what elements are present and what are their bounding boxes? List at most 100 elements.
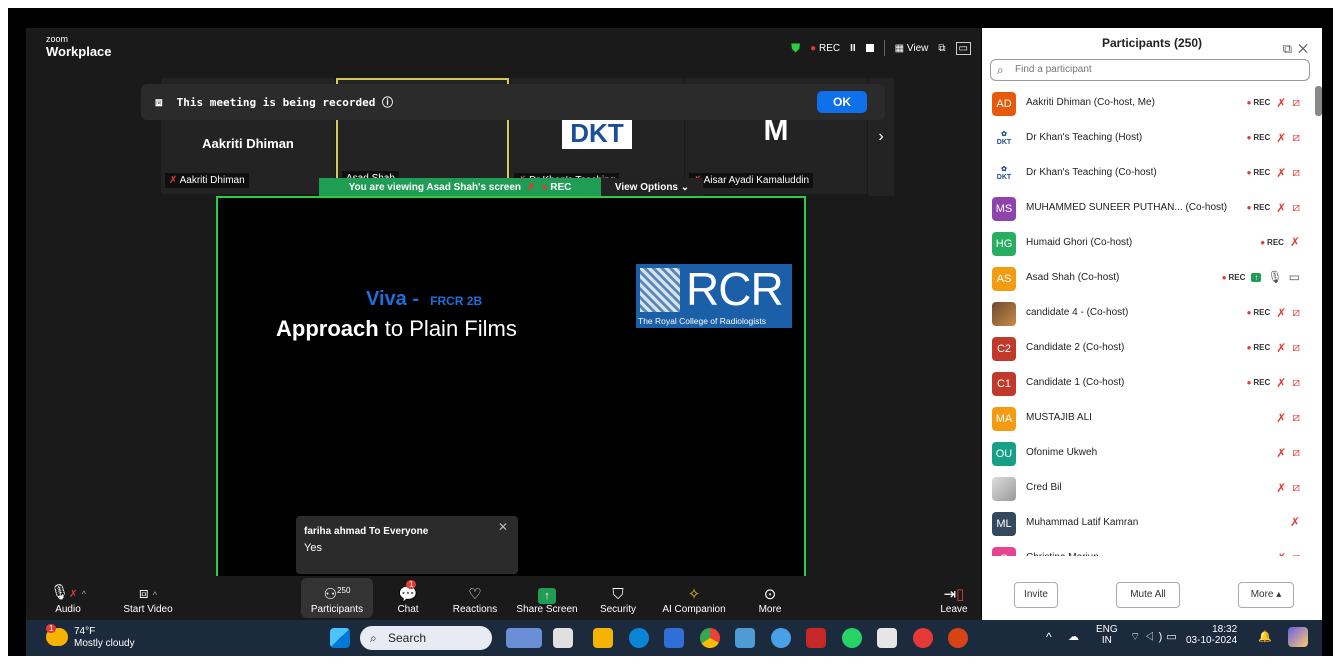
participant-row[interactable]: MA MUSTAJIB ALI ✗ ⧄ — [982, 401, 1312, 436]
participant-row[interactable]: OU Ofonime Ukweh ✗ ⧄ — [982, 436, 1312, 471]
video-off-icon[interactable]: ⧄ — [1292, 340, 1300, 355]
opera-browser-icon[interactable] — [913, 628, 933, 648]
copilot-icon[interactable] — [1288, 627, 1308, 647]
participant-row[interactable]: ✿DKT Dr Khan's Teaching (Co-host) REC ✗ ⧄ — [982, 156, 1312, 191]
fullscreen-window-icon[interactable]: ▭ — [955, 41, 971, 55]
mic-muted-icon[interactable]: ✗ — [1276, 481, 1286, 495]
mic-icon[interactable]: 🎙 — [1267, 270, 1282, 284]
security-button[interactable]: ⛉ Security — [596, 578, 640, 618]
video-off-icon[interactable]: ⧄ — [1292, 375, 1300, 390]
mic-muted-icon[interactable]: ✗ — [1290, 235, 1300, 249]
participant-name: Humaid Ghori (Co-host) — [1026, 237, 1133, 248]
edge-browser-icon[interactable] — [629, 628, 649, 648]
video-off-icon[interactable]: ⧄ — [1292, 480, 1300, 495]
close-icon[interactable]: ✕ — [1298, 41, 1314, 56]
participant-row[interactable]: ML Muhammad Latif Kamran ✗ — [982, 506, 1312, 541]
participant-row[interactable]: HG Humaid Ghori (Co-host) REC ✗ — [982, 226, 1312, 261]
minimize-window-icon[interactable]: ⧉ — [938, 43, 945, 54]
video-off-icon[interactable]: ⧄ — [1292, 95, 1300, 110]
close-icon[interactable]: ✕ — [498, 520, 508, 534]
participant-search-input[interactable]: ⌕ Find a participant — [990, 59, 1310, 81]
rec-dot-icon: ● — [541, 181, 548, 193]
app-icon[interactable] — [771, 628, 791, 648]
video-off-icon[interactable]: ⧄ — [1292, 165, 1300, 180]
participants-footer: Invite Mute All More ▴ — [982, 582, 1322, 618]
file-explorer-icon[interactable] — [593, 628, 613, 648]
chrome-browser-icon[interactable] — [700, 628, 720, 648]
mic-muted-icon[interactable]: ✗ — [1276, 96, 1286, 110]
participants-scrollbar[interactable] — [1315, 86, 1322, 116]
participant-row[interactable]: AD Aakriti Dhiman (Co-host, Me) REC ✗ ⧄ — [982, 86, 1312, 121]
mic-muted-icon[interactable]: ✗ — [1276, 131, 1286, 145]
reactions-button[interactable]: ♡ Reactions — [450, 578, 500, 618]
whatsapp-icon[interactable] — [842, 628, 862, 648]
participant-row[interactable]: C2 Candidate 2 (Co-host) REC ✗ ⧄ — [982, 331, 1312, 366]
video-off-icon[interactable]: ⧄ — [1292, 445, 1300, 460]
view-options-button[interactable]: View Options ⌄ — [601, 178, 703, 196]
mic-muted-icon[interactable]: ✗ — [1276, 376, 1286, 390]
mic-muted-icon[interactable]: ✗ — [1276, 341, 1286, 355]
participant-row[interactable]: CChristina Mariun✗⧄ — [982, 541, 1312, 556]
pop-out-icon[interactable]: ⧉ — [1283, 41, 1298, 56]
participant-row[interactable]: Cred Bil ✗ ⧄ — [982, 471, 1312, 506]
task-view-icon[interactable] — [553, 628, 573, 648]
video-icon[interactable]: ▭ — [1289, 270, 1300, 284]
tile-name: Aisar Ayadi Kamaluddin — [703, 175, 810, 186]
audio-button[interactable]: 🎙✗ ^ Audio — [48, 578, 88, 618]
start-video-button[interactable]: ⧈ ^ Start Video — [116, 578, 180, 618]
participant-row[interactable]: C1 Candidate 1 (Co-host) REC ✗ ⧄ — [982, 366, 1312, 401]
mic-muted-icon[interactable]: ✗ — [1276, 411, 1286, 425]
language-indicator[interactable]: ENG IN — [1096, 624, 1118, 646]
ai-companion-button[interactable]: ✧ AI Companion — [658, 578, 730, 618]
powerpoint-icon[interactable] — [948, 628, 968, 648]
stop-recording-button[interactable] — [865, 44, 874, 52]
app-icon[interactable] — [735, 628, 755, 648]
clock[interactable]: 18:32 03-10-2024 — [1186, 624, 1237, 646]
app-icon[interactable] — [806, 628, 826, 648]
network-volume-battery-icons[interactable]: ⌔◁)▭ — [1130, 630, 1181, 644]
mute-all-button[interactable]: Mute All — [1116, 582, 1180, 608]
shield-icon: ⛉ — [612, 586, 624, 603]
share-screen-button[interactable]: ↑ Share Screen — [514, 578, 580, 618]
video-off-icon[interactable]: ⧄ — [1292, 200, 1300, 215]
participants-button[interactable]: ⚇250 Participants — [301, 578, 373, 618]
pause-recording-button[interactable]: II — [850, 43, 856, 54]
participant-row[interactable]: MS MUHAMMED SUNEER PUTHAN... (Co-host) REC… — [982, 191, 1312, 226]
mic-muted-icon[interactable]: ✗ — [1276, 201, 1286, 215]
tray-chevron-up-icon[interactable]: ^ — [1046, 630, 1052, 644]
participant-row[interactable]: candidate 4 - (Co-host) REC ✗ ⧄ — [982, 296, 1312, 331]
mic-muted-icon[interactable]: ✗ — [1276, 551, 1286, 557]
taskbar-search-box[interactable]: ⌕ Search — [360, 626, 492, 650]
participant-row[interactable]: AS Asad Shah (Co-host) REC ↑ 🎙 ▭ — [982, 261, 1312, 296]
video-off-icon[interactable]: ⧄ — [1292, 305, 1300, 320]
participants-icon: ⚇250 — [323, 586, 351, 603]
windows-start-icon[interactable] — [330, 628, 350, 648]
recording-ok-button[interactable]: OK — [817, 91, 867, 113]
mic-muted-icon[interactable]: ✗ — [1276, 166, 1286, 180]
view-button[interactable]: ▦ View — [895, 43, 929, 54]
participant-row[interactable]: ✿DKT Dr Khan's Teaching (Host) REC ✗ ⧄ — [982, 121, 1312, 156]
video-off-icon[interactable]: ⧄ — [1292, 130, 1300, 145]
mic-muted-icon: ✗ — [527, 181, 536, 193]
video-off-icon[interactable]: ⧄ — [1292, 410, 1300, 425]
cloud-icon[interactable]: ☁ — [1068, 630, 1079, 643]
more-options-button[interactable]: More ▴ — [1238, 582, 1294, 608]
leave-button[interactable]: ⇥▯ Leave — [934, 578, 974, 618]
widgets-icon[interactable] — [506, 628, 542, 648]
more-button[interactable]: ⊙ More — [750, 578, 790, 618]
encryption-shield-icon[interactable]: ⛊ — [791, 41, 800, 56]
mic-muted-icon[interactable]: ✗ — [1276, 446, 1286, 460]
chat-button[interactable]: 1 💬 Chat — [388, 578, 428, 618]
participant-status-icons: ✗⧄ — [1276, 445, 1300, 460]
app-icon[interactable] — [877, 628, 897, 648]
recording-indicator: ● REC — [810, 43, 840, 54]
notification-bell-icon[interactable]: 🔔 — [1258, 630, 1272, 643]
invite-button[interactable]: Invite — [1014, 582, 1058, 608]
participant-name: Aakriti Dhiman (Co-host, Me) — [1026, 97, 1155, 108]
mic-muted-icon[interactable]: ✗ — [1276, 306, 1286, 320]
store-icon[interactable] — [664, 628, 684, 648]
video-off-icon[interactable]: ⧄ — [1292, 550, 1300, 556]
recording-badge: REC — [1247, 378, 1270, 387]
chat-notification-popup[interactable]: fariha ahmad To Everyone Yes ✕ — [296, 516, 518, 574]
mic-muted-icon[interactable]: ✗ — [1290, 515, 1300, 529]
